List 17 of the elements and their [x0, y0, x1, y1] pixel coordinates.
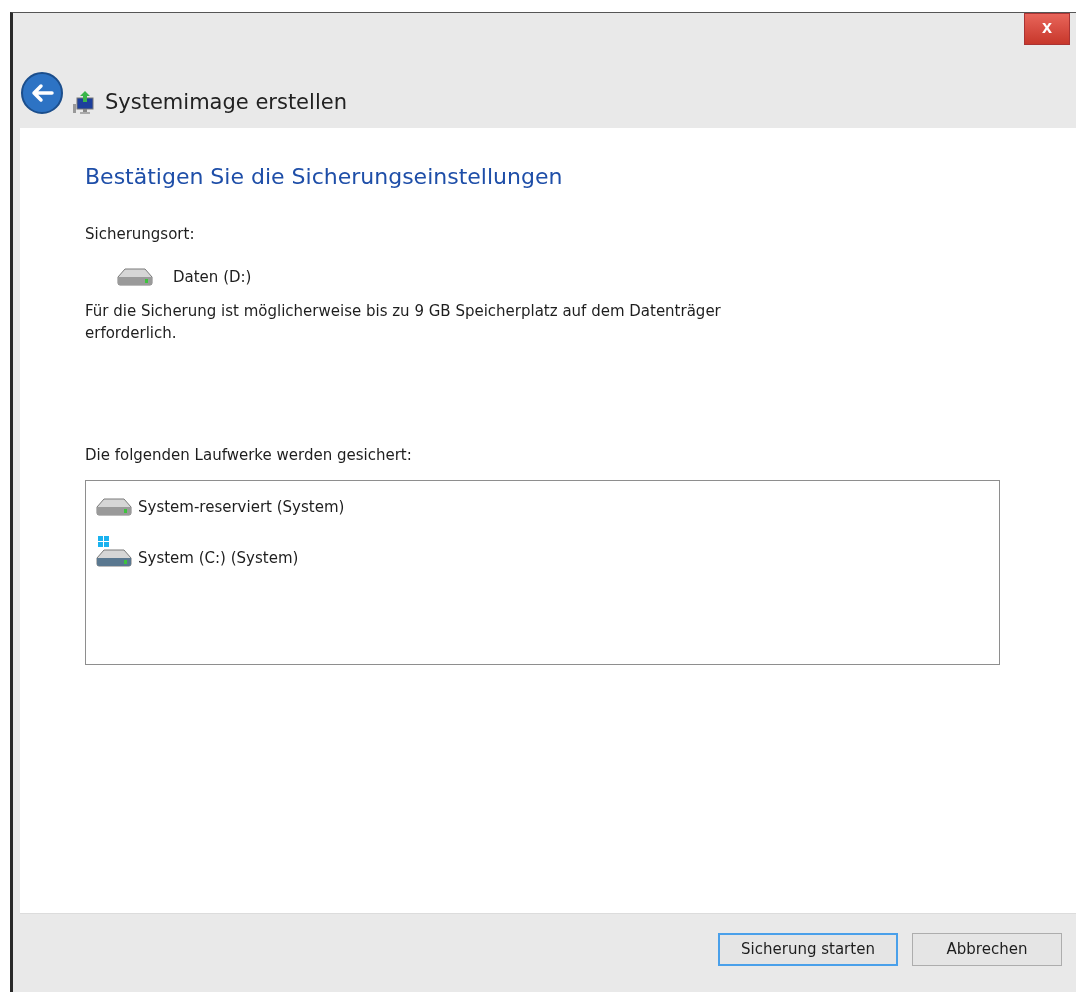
backup-computer-icon: [73, 90, 95, 114]
back-button[interactable]: [21, 72, 63, 114]
drive-icon: [94, 497, 134, 516]
cancel-button[interactable]: Abbrechen: [912, 932, 1062, 966]
system-drive-icon: [94, 536, 134, 567]
drive-icon: [115, 267, 155, 286]
page-heading: Bestätigen Sie die Sicherungseinstellungen: [85, 164, 564, 189]
start-backup-button[interactable]: Sicherung starten: [718, 932, 898, 966]
back-arrow-icon: [30, 83, 54, 103]
drive-name: Daten (D:): [173, 267, 252, 286]
drive-name: System-reserviert (System): [138, 498, 345, 516]
location-label: Sicherungsort:: [85, 224, 196, 245]
close-button[interactable]: x: [1024, 13, 1070, 45]
window-title: Systemimage erstellen: [105, 90, 347, 114]
space-note: Für die Sicherung ist möglicherweise bis zu 9 GB Speicherplatz auf dem Datenträger erforderlich.: [85, 301, 722, 344]
drive-name: System (C:) (System): [138, 549, 299, 567]
drives-label: Die folgenden Laufwerke werden gesichert:: [85, 445, 413, 466]
